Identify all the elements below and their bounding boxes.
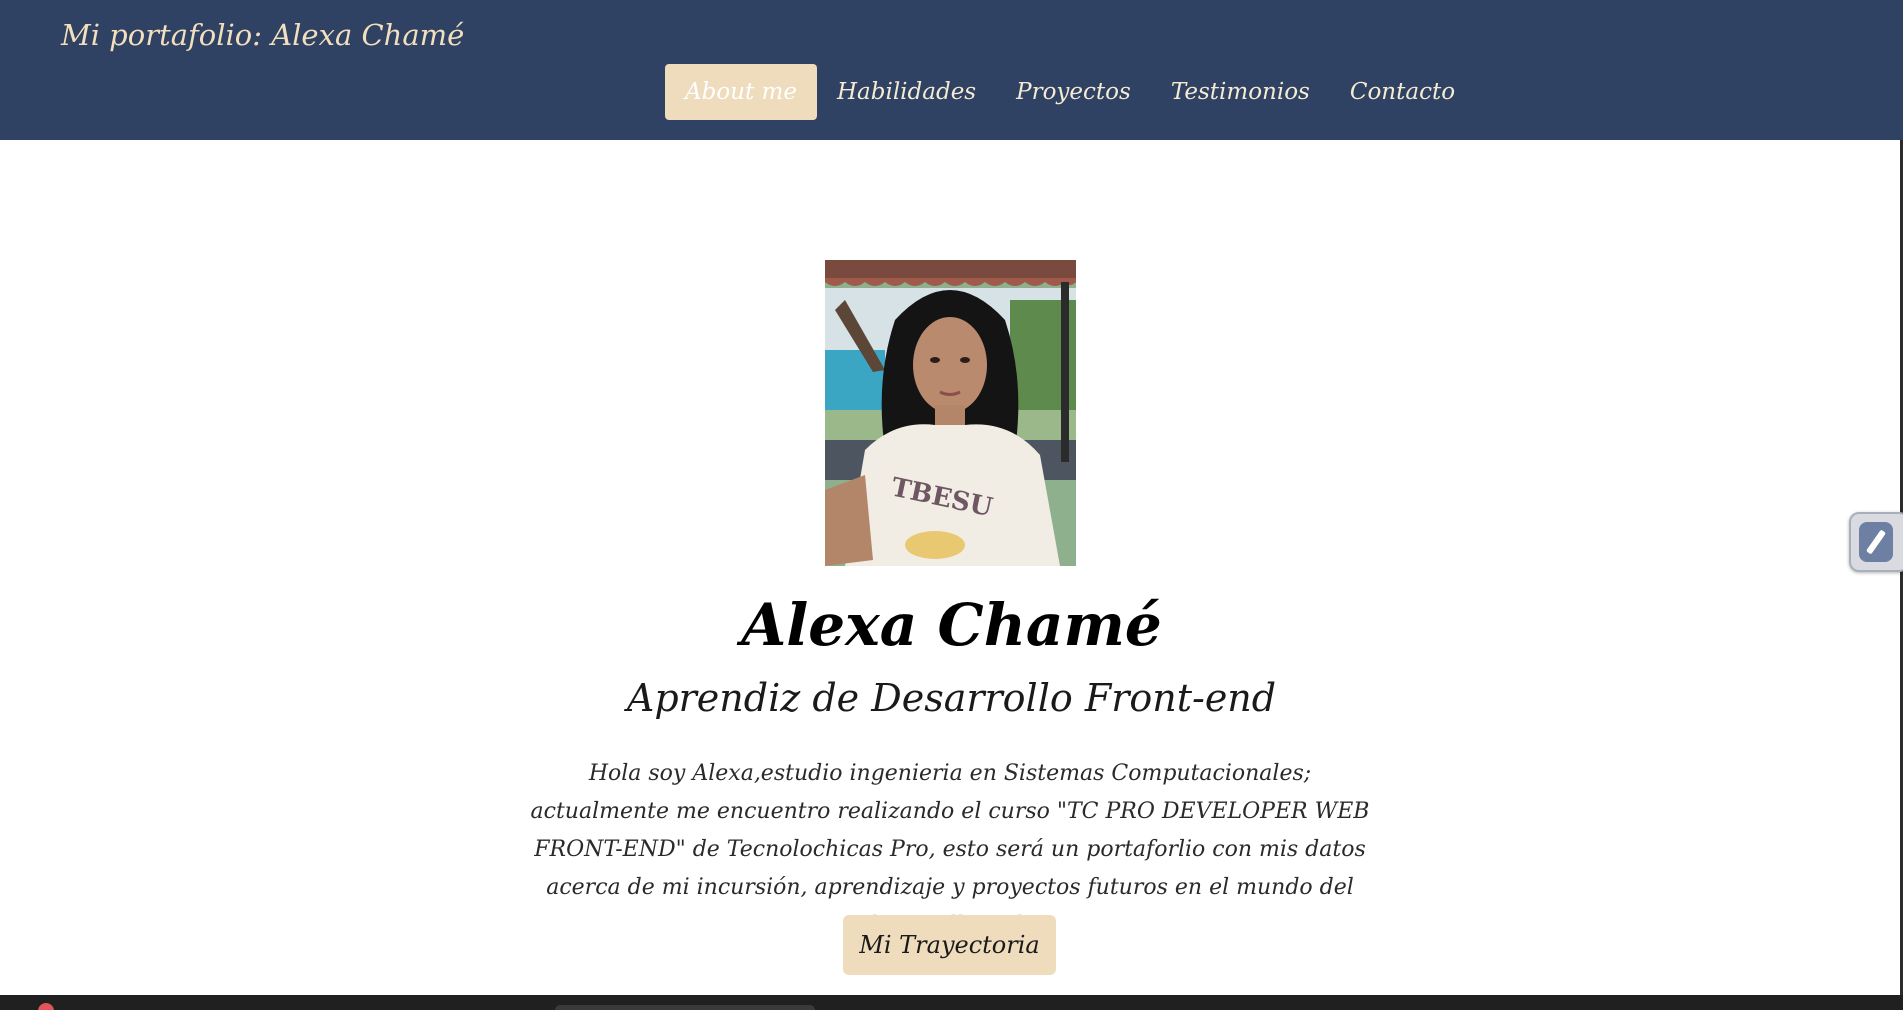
profile-photo-illustration: TBESU bbox=[825, 260, 1076, 566]
app-icon[interactable] bbox=[38, 1003, 54, 1010]
trajectory-button[interactable]: Mi Trayectoria bbox=[843, 915, 1056, 975]
side-widget-button[interactable] bbox=[1849, 512, 1903, 572]
taskbar-search[interactable] bbox=[555, 1005, 815, 1010]
profile-name: Alexa Chamé bbox=[741, 591, 1162, 659]
nav-item-proyectos[interactable]: Proyectos bbox=[996, 64, 1151, 120]
bolt-icon bbox=[1859, 522, 1893, 562]
site-header: Mi portafolio: Alexa Chamé About me Habi… bbox=[0, 0, 1903, 140]
profile-photo: TBESU bbox=[825, 260, 1076, 566]
main-nav: About me Habilidades Proyectos Testimoni… bbox=[665, 64, 1475, 120]
profile-role: Aprendiz de Desarrollo Front-end bbox=[626, 676, 1277, 720]
nav-item-testimonios[interactable]: Testimonios bbox=[1151, 64, 1330, 120]
os-taskbar bbox=[0, 995, 1903, 1010]
nav-item-about-me[interactable]: About me bbox=[665, 64, 817, 120]
nav-item-habilidades[interactable]: Habilidades bbox=[817, 64, 996, 120]
nav-item-contacto[interactable]: Contacto bbox=[1330, 64, 1475, 120]
site-brand[interactable]: Mi portafolio: Alexa Chamé bbox=[61, 18, 464, 52]
page: Mi portafolio: Alexa Chamé About me Habi… bbox=[0, 0, 1903, 1010]
